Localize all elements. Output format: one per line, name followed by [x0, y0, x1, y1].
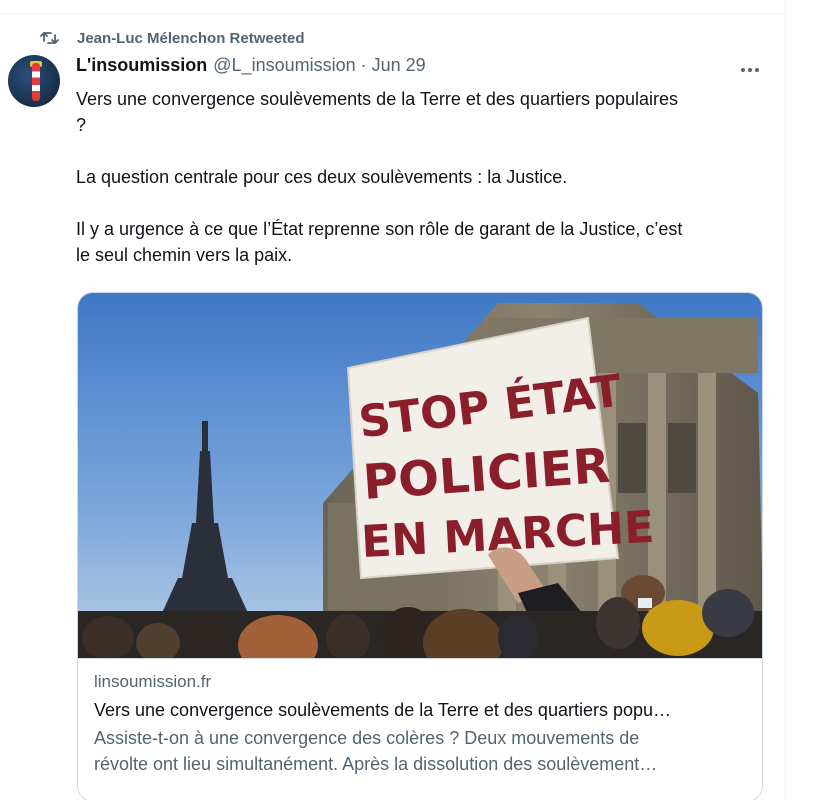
tweet-text-line: La question centrale pour ces deux soulè…	[76, 167, 568, 187]
header-separator: ·	[360, 55, 367, 75]
avatar[interactable]	[8, 55, 60, 107]
retweet-context[interactable]: Jean-Luc Mélenchon Retweeted	[40, 28, 305, 48]
card-image[interactable]: STOP ÉTAT POLICIER EN MARCHE	[78, 293, 762, 658]
tweet-date[interactable]: Jun 29	[372, 55, 426, 76]
avatar-lighthouse-body	[32, 63, 40, 101]
card-description: Assiste-t-on à une convergence des colèr…	[94, 725, 748, 777]
protest-photo: STOP ÉTAT POLICIER EN MARCHE	[78, 293, 762, 658]
card-description-line: Assiste-t-on à une convergence des colèr…	[94, 728, 640, 748]
tweet[interactable]: Jean-Luc Mélenchon Retweeted L'insoumiss…	[0, 15, 785, 800]
retweet-label: Jean-Luc Mélenchon Retweeted	[77, 29, 305, 47]
link-card[interactable]: STOP ÉTAT POLICIER EN MARCHE linsoumissi…	[77, 292, 763, 800]
card-meta[interactable]: linsoumission.fr Vers une convergence so…	[78, 658, 762, 800]
author-handle[interactable]: @L_insoumission	[213, 55, 355, 76]
tweet-text-line: le seul chemin vers la paix.	[76, 245, 293, 265]
more-dots-icon[interactable]	[737, 60, 763, 80]
tweet-text: Vers une convergence soulèvements de la …	[76, 86, 766, 268]
card-title: Vers une convergence soulèvements de la …	[94, 700, 672, 720]
tweet-text-line: Il y a urgence à ce que l’État reprenne …	[76, 219, 683, 239]
card-description-line: révolte ont lieu simultanément. Après la…	[94, 754, 658, 774]
right-gutter	[785, 0, 815, 800]
author-name[interactable]: L'insoumission	[76, 55, 207, 76]
previous-tweet-edge	[0, 0, 785, 14]
tweet-text-line: ?	[76, 115, 87, 135]
tweet-header: L'insoumission @L_insoumission · Jun 29	[76, 55, 426, 81]
retweet-icon	[40, 30, 60, 46]
card-domain: linsoumission.fr	[94, 672, 212, 691]
tweet-text-line: Vers une convergence soulèvements de la …	[76, 89, 679, 109]
